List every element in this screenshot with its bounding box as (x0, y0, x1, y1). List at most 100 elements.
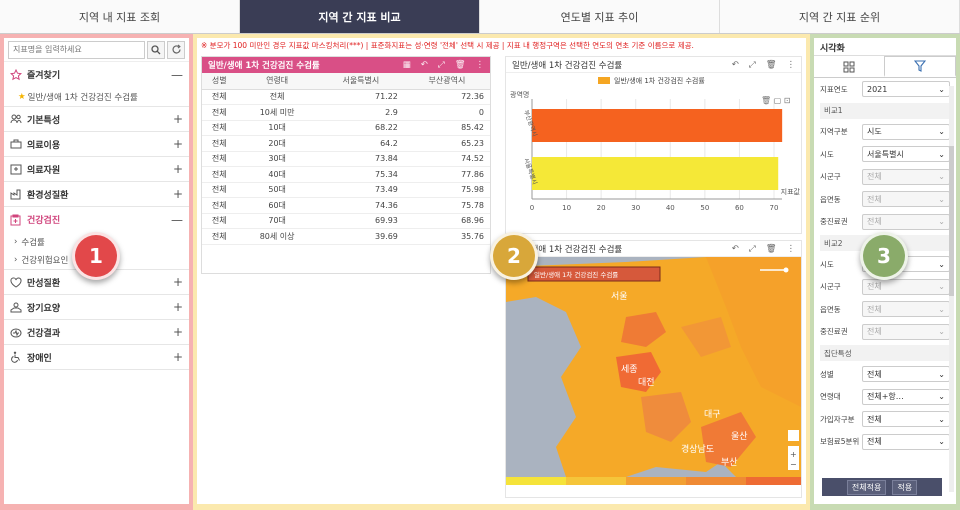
select-value: 시도 (867, 127, 882, 137)
undo-icon[interactable]: ↶ (421, 60, 428, 70)
table-cell: 72.36 (403, 89, 490, 105)
apply-all-button[interactable]: 전체적용 (846, 479, 887, 495)
map-zoom-controls[interactable]: +− (788, 430, 799, 470)
expand-icon[interactable]: + (173, 300, 183, 314)
more-icon[interactable]: ⋮ (787, 244, 796, 254)
table-cell: 39.69 (317, 228, 404, 245)
chevron-right-icon: › (14, 255, 18, 265)
map-region-label: 대구 (704, 409, 721, 420)
field-label: 시도 (820, 259, 834, 269)
filter-row: 중진료권 전체 ⌄ (814, 211, 956, 234)
expand-icon[interactable]: + (173, 112, 183, 126)
table-cell: 전체 (202, 228, 237, 245)
svg-text:−: − (790, 460, 797, 469)
filter-tab[interactable] (884, 56, 956, 77)
collapse-icon[interactable]: — (171, 213, 183, 227)
refresh-button[interactable] (167, 40, 185, 59)
search-button[interactable] (147, 40, 165, 59)
table-cell: 64.2 (317, 135, 404, 152)
menu-label: 건강결과 (27, 328, 61, 339)
svg-text:+: + (790, 450, 797, 459)
layout-tab[interactable] (814, 56, 884, 77)
filter-select[interactable]: 전체+항… ⌄ (862, 388, 950, 405)
bar[interactable] (532, 157, 779, 190)
tab-inter-region-compare[interactable]: 지역 간 지표 비교 (240, 0, 480, 33)
filter-select[interactable]: 전체 ⌄ (862, 411, 950, 428)
expand-icon[interactable]: + (173, 187, 183, 201)
chronic-icon (10, 276, 24, 288)
chevron-right-icon: › (14, 236, 18, 247)
more-icon[interactable]: ⋮ (787, 60, 796, 70)
filter-select[interactable]: 시도 ⌄ (862, 123, 950, 140)
search-bar (4, 38, 189, 62)
filter-select[interactable]: 전체 ⌄ (862, 278, 950, 295)
filter-select[interactable]: 서울특별시 ⌄ (862, 146, 950, 163)
map-header-bar: 일반/생애 1차 건강검진 수검률 ↶ ⤢ 🗑 ⋮ (506, 241, 801, 257)
expand-icon[interactable]: + (173, 350, 183, 364)
undo-icon[interactable]: ↶ (732, 244, 739, 254)
filter-select[interactable]: 전체 ⌄ (862, 366, 950, 383)
menu-long-term-care[interactable]: 장기요양 + (4, 295, 189, 320)
menu-medical-resources[interactable]: 의료자원 + (4, 157, 189, 182)
field-label: 중진료권 (820, 217, 848, 227)
expand-icon[interactable]: ⤢ (749, 60, 756, 70)
menu-disabled[interactable]: 장애인 + (4, 345, 189, 370)
table-cell: 10세 미만 (236, 104, 318, 121)
bar[interactable] (532, 109, 783, 142)
choropleth-map[interactable]: 일반/생애 1차 건강검진 수검률 서울세종대전대구울산부산 경상남도 +− (506, 257, 801, 497)
filter-select[interactable]: 전체 ⌄ (862, 301, 950, 318)
undo-icon[interactable]: ↶ (732, 60, 739, 70)
expand-icon[interactable]: ⤢ (749, 244, 756, 254)
collapse-icon[interactable]: — (171, 68, 183, 82)
year-select[interactable]: 2021 ⌄ (862, 81, 950, 98)
filter-select[interactable]: 전체 ⌄ (862, 323, 950, 340)
filter-select[interactable]: 전체 ⌄ (862, 191, 950, 208)
trash-icon[interactable]: 🗑 (766, 244, 777, 254)
filter-row: 시군구 전체 ⌄ (814, 166, 956, 189)
menu-health-outcomes[interactable]: 건강결과 + (4, 320, 189, 345)
apply-button[interactable]: 적용 (892, 479, 918, 495)
expand-icon[interactable]: + (173, 275, 183, 289)
tab-yearly-trend[interactable]: 연도별 지표 추이 (480, 0, 720, 33)
x-tick-label: 40 (666, 204, 675, 212)
trash-icon[interactable]: 🗑 (455, 60, 466, 70)
menu-favorites[interactable]: 즐겨찾기 — (4, 62, 189, 87)
menu-environmental-disease[interactable]: 환경성질환 + (4, 182, 189, 207)
menu-medical-use[interactable]: 의료이용 + (4, 132, 189, 157)
settings-title: 시각화 (814, 38, 956, 56)
filter-select[interactable]: 전체 ⌄ (862, 433, 950, 450)
table-cell: 전체 (236, 89, 318, 105)
more-icon[interactable]: ⋮ (476, 60, 485, 70)
map-zoom-handle[interactable] (783, 267, 789, 273)
expand-icon[interactable]: + (173, 325, 183, 339)
expand-icon[interactable]: + (173, 162, 183, 176)
grid-icon[interactable]: ▦ (403, 60, 411, 70)
table-cell: 73.49 (317, 182, 404, 198)
x-tick-label: 10 (562, 204, 571, 212)
favorite-item[interactable]: ★ 일반/생애 1차 건강검진 수검률 (4, 87, 189, 107)
filter-select[interactable]: 전체 ⌄ (862, 213, 950, 230)
x-tick-label: 70 (770, 204, 779, 212)
chart-tool-icons[interactable]: 🗑 ▢ ⊡ (761, 96, 791, 105)
expand-icon[interactable]: ⤢ (438, 60, 445, 70)
submenu-label: 수검률 (21, 237, 45, 248)
field-label: 지표연도 (820, 84, 848, 94)
settings-tabs (814, 56, 956, 78)
map-region-label: 울산 (731, 431, 748, 442)
menu-health-checkup[interactable]: 건강검진 — (4, 207, 189, 232)
filter-row: 연령대 전체+항… ⌄ (814, 386, 956, 409)
table-cell: 70대 (236, 213, 318, 229)
settings-scrollbar[interactable] (949, 86, 954, 492)
search-input[interactable] (8, 40, 145, 59)
trash-icon[interactable]: 🗑 (766, 60, 777, 70)
filter-select[interactable]: 전체 ⌄ (862, 168, 950, 185)
menu-basic-characteristics[interactable]: 기본특성 + (4, 107, 189, 132)
map-widget: 일반/생애 1차 건강검진 수검률 ↶ ⤢ 🗑 ⋮ 일반/생애 1차 건강검진 수검률… (505, 240, 802, 498)
expand-icon[interactable]: + (173, 137, 183, 151)
tab-region-ranking[interactable]: 지역 간 지표 순위 (720, 0, 960, 33)
menu-label: 건강검진 (27, 216, 61, 226)
tab-regional-indicator[interactable]: 지역 내 지표 조회 (0, 0, 240, 33)
group-characteristics: 집단특성 (820, 345, 950, 361)
table-cell: 75.34 (317, 166, 404, 183)
indicator-table: 성별 연령대 서울특별시 부산광역시 전체 전체 71.22 72.36 전체 10세 미만 2.… (202, 73, 490, 245)
